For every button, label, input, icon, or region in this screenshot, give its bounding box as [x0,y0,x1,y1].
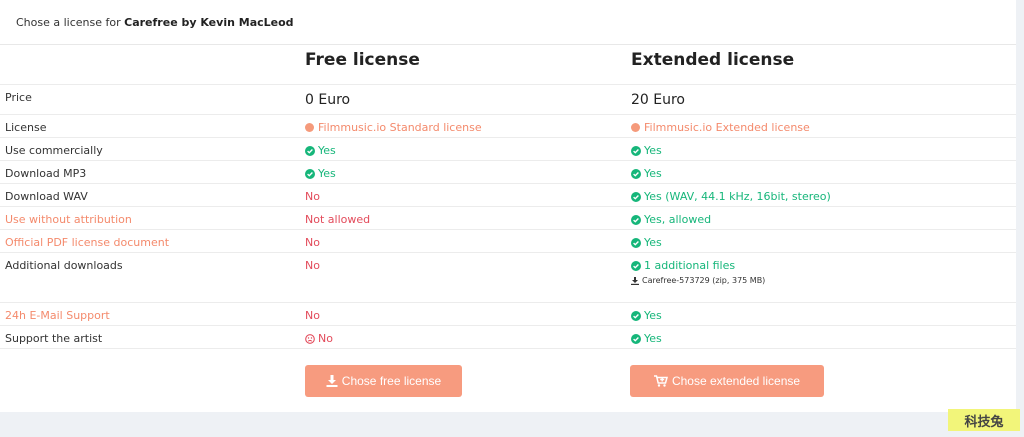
mp3-row: Download MP3 Yes Yes [0,161,1016,184]
free-commercial-value: Yes [305,144,336,157]
check-circle-icon [305,169,315,179]
sad-face-icon [305,334,315,344]
free-price: 0 Euro [305,92,351,108]
check-circle-icon [631,192,641,202]
check-circle-icon [631,334,641,344]
price-row: Price 0 Euro 20 Euro [0,85,1016,115]
artist-row: Support the artist No Yes [0,326,1016,349]
watermark-badge: 科技兔 [948,409,1020,431]
chose-extended-license-button[interactable]: Chose extended license [630,365,824,397]
free-mp3-value: Yes [305,167,336,180]
license-label: License [5,121,47,134]
wav-label: Download WAV [5,190,88,203]
support-row: 24h E-Mail Support No Yes [0,303,1016,326]
additional-file-download-link[interactable]: Carefree-573729 (zip, 375 MB) [631,276,765,285]
free-wav-value: No [305,190,320,203]
extended-pdf-value: Yes [631,236,662,249]
license-card: Chose a license for Carefree by Kevin Ma… [0,0,1016,412]
commercial-row: Use commercially Yes Yes [0,138,1016,161]
free-additional-value: No [305,259,320,272]
extended-license-heading: Extended license [631,50,795,70]
extended-support-value: Yes [631,309,662,322]
wav-row: Download WAV No Yes (WAV, 44.1 kHz, 16bi… [0,184,1016,207]
extended-commercial-value: Yes [631,144,662,157]
column-header-row: Free license Extended license [0,45,1016,85]
check-circle-icon [305,146,315,156]
commercial-label: Use commercially [5,144,103,157]
extended-attribution-value: Yes, allowed [631,213,711,226]
price-label: Price [5,91,32,104]
extended-price: 20 Euro [631,92,685,108]
free-attribution-value: Not allowed [305,213,371,226]
license-dot-icon [305,123,314,132]
free-pdf-value: No [305,236,320,249]
check-circle-icon [631,215,641,225]
free-license-heading: Free license [305,50,420,70]
check-circle-icon [631,311,641,321]
download-icon [631,277,639,285]
extended-additional-value: 1 additional files [631,259,735,272]
license-row: License Filmmusic.io Standard license Fi… [0,115,1016,138]
pdf-label-link[interactable]: Official PDF license document [5,236,169,249]
cart-plus-icon [653,375,668,387]
chose-free-license-button[interactable]: Chose free license [305,365,462,397]
additional-downloads-row: Additional downloads No 1 additional fil… [0,253,1016,303]
license-header: Chose a license for Carefree by Kevin Ma… [0,0,1016,45]
free-support-value: No [305,309,320,322]
support-label-link[interactable]: 24h E-Mail Support [5,309,110,322]
license-dot-icon [631,123,640,132]
extended-artist-value: Yes [631,332,662,345]
check-circle-icon [631,238,641,248]
mp3-label: Download MP3 [5,167,87,180]
attribution-label-link[interactable]: Use without attribution [5,213,132,226]
track-title: Carefree by Kevin MacLeod [124,16,294,29]
extended-license-link[interactable]: Filmmusic.io Extended license [631,121,810,134]
extended-wav-value: Yes (WAV, 44.1 kHz, 16bit, stereo) [631,190,831,203]
download-icon [326,375,338,387]
extended-mp3-value: Yes [631,167,662,180]
check-circle-icon [631,261,641,271]
check-circle-icon [631,169,641,179]
check-circle-icon [631,146,641,156]
pdf-row: Official PDF license document No Yes [0,230,1016,253]
additional-label: Additional downloads [5,259,123,272]
header-prefix: Chose a license for [16,16,125,29]
artist-label: Support the artist [5,332,103,345]
free-license-link[interactable]: Filmmusic.io Standard license [305,121,482,134]
attribution-row: Use without attribution Not allowed Yes,… [0,207,1016,230]
free-artist-value: No [305,332,333,345]
